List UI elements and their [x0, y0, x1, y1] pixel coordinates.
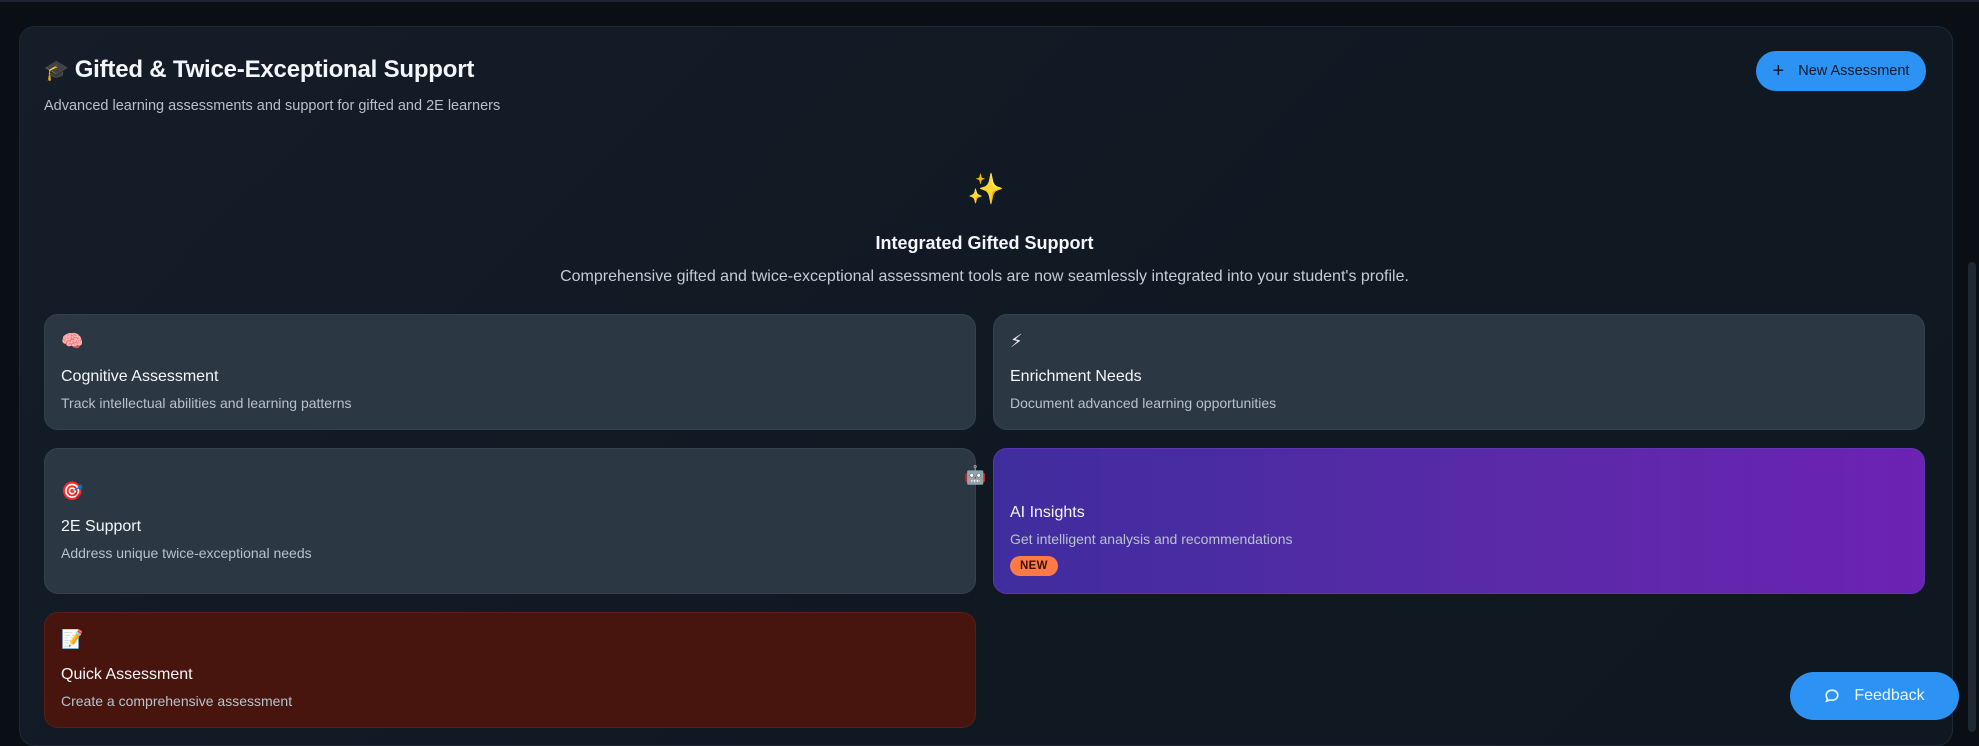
- scrollbar-thumb[interactable]: [1968, 262, 1976, 732]
- card-title: Enrichment Needs: [1010, 368, 1142, 385]
- hero-description: Comprehensive gifted and twice-exception…: [560, 268, 1409, 285]
- sparkles-icon: ✨: [967, 173, 1005, 206]
- ai-insights-card[interactable]: AI Insights Get intelligent analysis and…: [993, 448, 1925, 594]
- window-top-border: [0, 0, 1979, 2]
- card-description: Create a comprehensive assessment: [61, 693, 293, 709]
- graduation-cap-icon: 🎓: [44, 59, 69, 82]
- target-icon: 🎯: [61, 481, 84, 501]
- feedback-label: Feedback: [1854, 687, 1925, 704]
- new-assessment-button[interactable]: + New Assessment: [1756, 51, 1926, 91]
- card-description: Address unique twice-exceptional needs: [61, 545, 312, 561]
- page-title: 🎓 Gifted & Twice-Exceptional Support: [44, 56, 474, 84]
- card-title: Quick Assessment: [61, 666, 193, 683]
- page-subtitle: Advanced learning assessments and suppor…: [44, 98, 501, 114]
- brain-icon: 🧠: [61, 331, 84, 351]
- card-description: Get intelligent analysis and recommendat…: [1010, 531, 1293, 547]
- robot-icon: 🤖: [964, 465, 987, 485]
- card-title: Cognitive Assessment: [61, 368, 219, 385]
- quick-assessment-card[interactable]: 📝 Quick Assessment Create a comprehensiv…: [44, 612, 976, 728]
- page-title-text: Gifted & Twice-Exceptional Support: [74, 56, 475, 83]
- card-description: Track intellectual abilities and learnin…: [61, 395, 352, 411]
- card-title: 2E Support: [61, 518, 142, 535]
- 2e-support-card[interactable]: 🎯 2E Support Address unique twice-except…: [44, 448, 976, 594]
- lightning-icon: ⚡: [1010, 331, 1023, 351]
- card-title: AI Insights: [1010, 504, 1085, 521]
- plus-icon: +: [1772, 60, 1785, 82]
- card-description: Document advanced learning opportunities: [1010, 395, 1277, 411]
- feedback-button[interactable]: Feedback: [1790, 672, 1959, 720]
- memo-icon: 📝: [61, 629, 84, 649]
- cognitive-assessment-card[interactable]: 🧠 Cognitive Assessment Track intellectua…: [44, 314, 976, 430]
- new-badge: NEW: [1010, 556, 1058, 576]
- new-assessment-label: New Assessment: [1798, 63, 1910, 79]
- chat-bubble-icon: [1825, 689, 1839, 703]
- enrichment-needs-card[interactable]: ⚡ Enrichment Needs Document advanced lea…: [993, 314, 1925, 430]
- hero-title: Integrated Gifted Support: [875, 233, 1094, 253]
